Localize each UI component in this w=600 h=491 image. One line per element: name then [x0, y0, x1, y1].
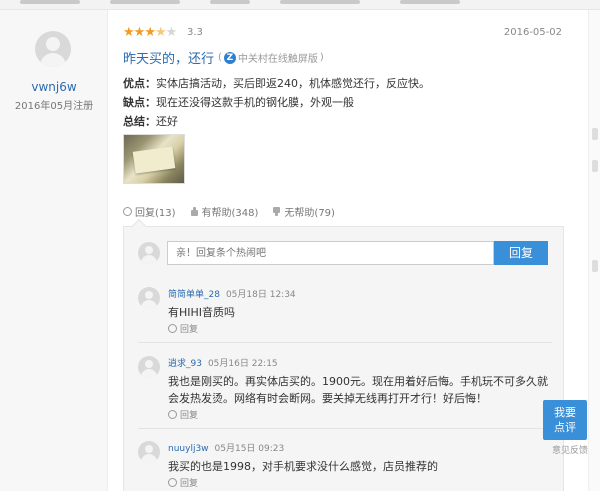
comment-time: 05月15日 09:23 — [214, 444, 285, 454]
right-edge-bar — [588, 10, 600, 491]
comment-author[interactable]: 简简单单_28 — [168, 290, 220, 300]
avatar[interactable] — [138, 356, 160, 378]
reply-panel: 回复 简简单单_28 05月18日 12:34 有HIHI音质吗 回复 逍求_93… — [123, 218, 564, 491]
avatar[interactable] — [35, 31, 71, 67]
reviewer-name[interactable]: vwnj6w — [0, 80, 108, 94]
comment-author[interactable]: nuuylj3w — [168, 444, 209, 454]
comment-reply-link[interactable]: 回复 — [168, 408, 198, 421]
review-summary: 总结：还好 — [123, 115, 178, 128]
star-empty-icon: ★ — [165, 25, 178, 40]
avatar — [138, 242, 160, 264]
comment-reply-link[interactable]: 回复 — [168, 322, 198, 335]
helpful-button[interactable]: 有帮助(348) — [190, 204, 258, 219]
star-icon: ★ — [133, 25, 146, 40]
unhelpful-button[interactable]: 无帮助(79) — [272, 204, 335, 219]
comment-author[interactable]: 逍求_93 — [168, 359, 202, 369]
star-rating: ★★★★★ — [123, 25, 178, 40]
review-photo-thumbnail[interactable] — [123, 134, 185, 184]
review-cons: 缺点：现在还没得这款手机的钢化膜，外观一般 — [123, 96, 354, 109]
thumbs-up-icon — [190, 207, 199, 216]
review-source: (Z 中关村在线触屏版) — [218, 51, 324, 65]
comment-bubble-icon — [168, 410, 177, 419]
comment-text: 有HIHI音质吗 — [168, 306, 236, 319]
avatar[interactable] — [138, 287, 160, 309]
review-actions: 回复(13) 有帮助(348) 无帮助(79) — [123, 204, 335, 219]
reviewer-panel: vwnj6w 2016年05月注册 — [0, 10, 108, 491]
reply-submit-button[interactable]: 回复 — [494, 241, 548, 265]
zol-logo-icon: Z — [223, 51, 236, 64]
star-half-icon: ★ — [154, 25, 167, 40]
register-date: 2016年05月注册 — [14, 101, 94, 112]
comment-text: 我买的也是1998，对手机要求没什么感觉，店员推荐的 — [168, 460, 438, 473]
comment-time: 05月18日 12:34 — [225, 290, 296, 300]
review-pros: 优点：实体店搞活动，买后即返240，机体感觉还行，反应快。 — [123, 77, 430, 90]
review-title[interactable]: 昨天买的，还行 — [123, 48, 214, 67]
comment-bubble-icon — [168, 478, 177, 487]
avatar[interactable] — [138, 441, 160, 463]
thumbs-down-icon — [272, 207, 281, 216]
review-date: 2016-05-02 — [503, 27, 562, 38]
comment-bubble-icon — [168, 324, 177, 333]
feedback-link[interactable]: 意见反馈 — [552, 443, 588, 456]
source-label: 中关村在线触屏版 — [237, 54, 318, 65]
comment-bubble-icon — [123, 207, 132, 216]
comment-text: 我也是刚买的。再实体店买的。1900元。现在用着好后悔。手机玩不可多久就会发热发… — [168, 375, 548, 405]
write-review-button[interactable]: 我要 点评 — [543, 400, 587, 440]
top-nav-strip — [0, 0, 600, 10]
comment-time: 05月16日 22:15 — [207, 359, 278, 369]
star-icon: ★ — [144, 25, 156, 40]
reply-input[interactable] — [167, 241, 494, 265]
comment-reply-link[interactable]: 回复 — [168, 476, 198, 489]
reply-count-link[interactable]: 回复(13) — [123, 204, 176, 219]
rating-score: 3.3 — [187, 27, 203, 38]
star-icon: ★ — [123, 25, 135, 40]
